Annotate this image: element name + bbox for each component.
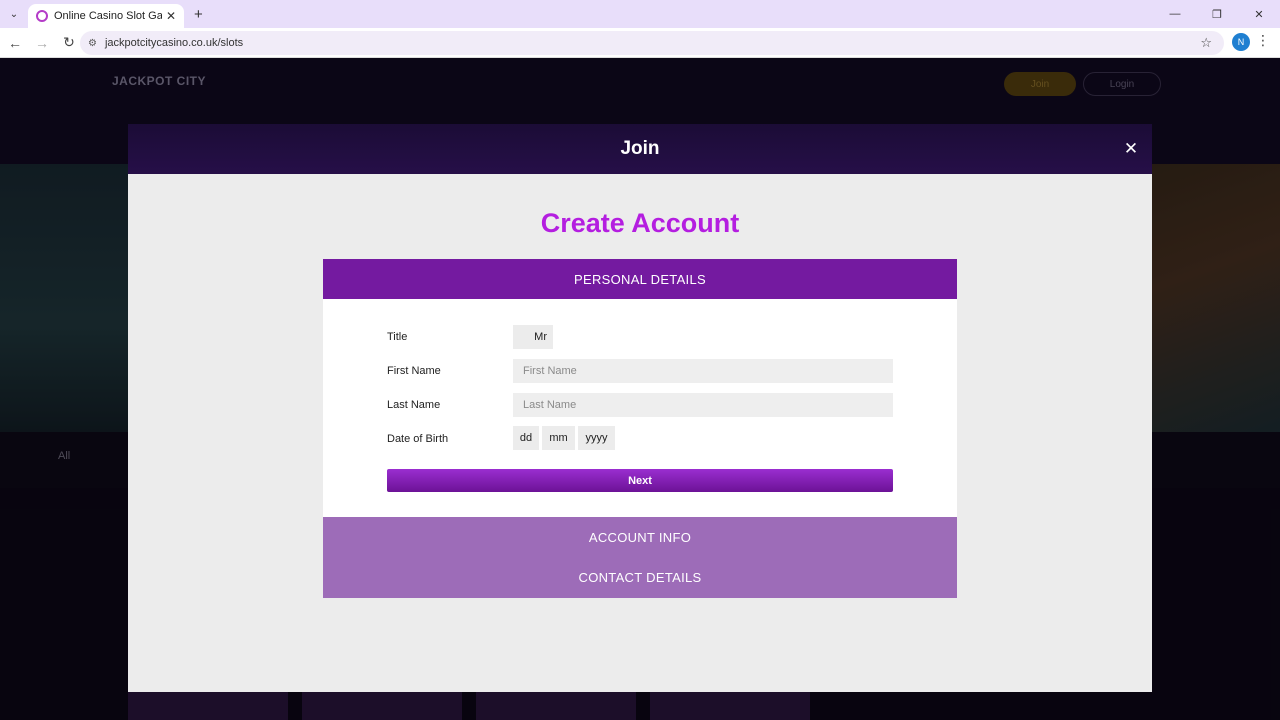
first-name-input[interactable] [513, 359, 893, 383]
tab-title: Online Casino Slot Games | Jac [54, 10, 162, 22]
browser-tab-bar: ⌄ Online Casino Slot Games | Jac ✕ + — ❐… [0, 0, 1280, 28]
title-label: Title [387, 331, 408, 343]
title-select[interactable]: Mr [513, 325, 553, 349]
section-contact-details[interactable]: CONTACT DETAILS [323, 557, 957, 598]
bookmark-star-icon[interactable]: ☆ [1200, 35, 1212, 51]
dob-day-select[interactable]: dd [513, 426, 539, 450]
site-favicon-icon [36, 10, 48, 22]
url-text: jackpotcitycasino.co.uk/slots [104, 37, 244, 49]
tab-close-icon[interactable]: ✕ [166, 9, 176, 23]
window-controls: — ❐ ✕ [1154, 0, 1280, 28]
forward-arrow-icon[interactable]: → [30, 31, 54, 55]
next-button[interactable]: Next [387, 469, 893, 492]
modal-header: Join ✕ [128, 124, 1152, 174]
window-close-icon[interactable]: ✕ [1238, 0, 1280, 28]
browser-address-bar: ← → ↻ ⚙ jackpotcitycasino.co.uk/slots ☆ … [0, 28, 1280, 58]
section-account-info[interactable]: ACCOUNT INFO [323, 517, 957, 557]
registration-form: PERSONAL DETAILS Title Mr First Name Las… [323, 259, 957, 598]
first-name-label: First Name [387, 365, 441, 377]
profile-avatar[interactable]: N [1232, 33, 1250, 51]
last-name-label: Last Name [387, 399, 441, 411]
reload-icon[interactable]: ↻ [57, 31, 81, 55]
new-tab-icon[interactable]: + [194, 6, 203, 23]
last-name-input[interactable] [513, 393, 893, 417]
section-personal-details[interactable]: PERSONAL DETAILS [323, 259, 957, 299]
create-account-heading: Create Account [540, 208, 740, 238]
browser-tab[interactable]: Online Casino Slot Games | Jac ✕ [28, 4, 184, 28]
tab-search-chevron-icon[interactable]: ⌄ [0, 0, 28, 28]
join-modal: Join ✕ Create Account PERSONAL DETAILS T… [128, 124, 1152, 692]
restore-icon[interactable]: ❐ [1196, 0, 1238, 28]
modal-title: Join [620, 138, 660, 159]
minimize-icon[interactable]: — [1154, 0, 1196, 28]
dob-month-select[interactable]: mm [542, 426, 575, 450]
dob-year-select[interactable]: yyyy [578, 426, 615, 450]
browser-menu-icon[interactable]: ⋮ [1256, 32, 1270, 49]
modal-close-icon[interactable]: ✕ [1118, 136, 1144, 162]
site-info-icon[interactable]: ⚙ [88, 38, 97, 49]
back-arrow-icon[interactable]: ← [3, 31, 27, 55]
dob-label: Date of Birth [387, 433, 449, 445]
url-bar[interactable]: ⚙ jackpotcitycasino.co.uk/slots ☆ [80, 31, 1224, 55]
